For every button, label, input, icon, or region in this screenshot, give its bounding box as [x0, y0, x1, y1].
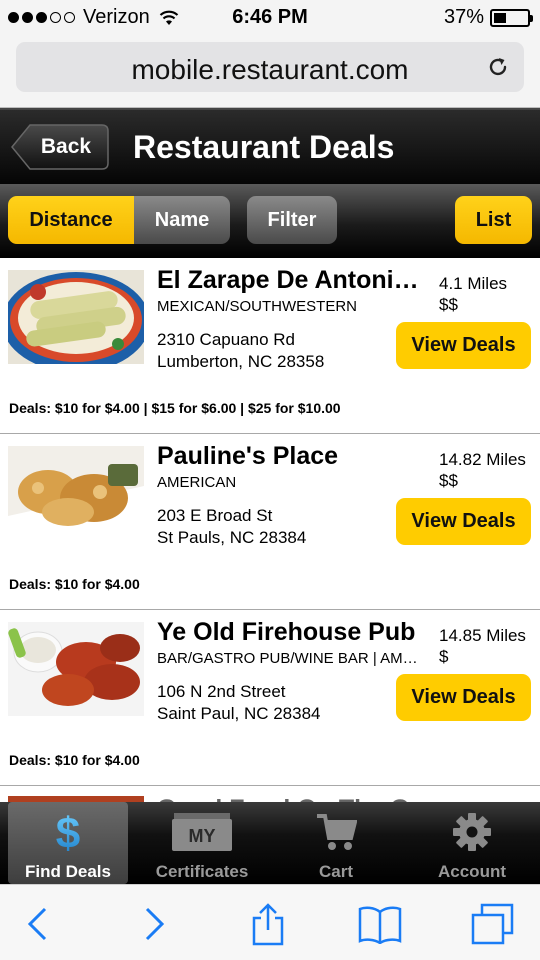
- tab-label: Cart: [318, 862, 353, 881]
- browser-back-button[interactable]: [12, 899, 62, 949]
- back-label: Back: [40, 135, 92, 158]
- browser-toolbar: [0, 884, 540, 960]
- view-deals-button[interactable]: View Deals: [396, 498, 531, 545]
- battery-percent: 37%: [443, 6, 484, 28]
- app-tab-bar: $ Find Deals MY Certificates Cart Accoun…: [0, 802, 540, 884]
- restaurant-name[interactable]: Ye Old Firehouse Pub: [157, 618, 427, 647]
- deals-summary: Deals: $10 for $4.00: [9, 752, 140, 768]
- page-title: Restaurant Deals: [133, 129, 395, 165]
- back-arrow-icon: [27, 907, 47, 941]
- browser-address-area: mobile.restaurant.com: [0, 36, 540, 108]
- deals-summary: Deals: $10 for $4.00: [9, 576, 140, 592]
- sort-toolbar: Distance Name Filter List: [0, 184, 540, 258]
- address-line2: Lumberton, NC 28358: [157, 352, 325, 371]
- bookmarks-icon: [358, 906, 402, 944]
- tab-label: Find Deals: [25, 862, 111, 881]
- distance: 4.1 Miles: [439, 274, 508, 293]
- price-level: $$: [439, 471, 458, 490]
- restaurant-name[interactable]: El Zarape De Antonio's: [157, 266, 427, 295]
- tabs-icon: [471, 903, 514, 945]
- address-line1: 2310 Capuano Rd: [157, 330, 296, 349]
- address-line2: Saint Paul, NC 28384: [157, 704, 321, 723]
- back-button[interactable]: Back: [10, 123, 110, 171]
- address-line1: 106 N 2nd Street: [157, 682, 286, 701]
- browser-forward-button[interactable]: [130, 899, 180, 949]
- svg-text:$: $: [56, 810, 80, 854]
- sort-name-button[interactable]: Name: [134, 196, 230, 244]
- restaurant-listing[interactable]: Pauline's Place AMERICAN 203 E Broad St …: [0, 434, 540, 610]
- restaurant-listing[interactable]: El Zarape De Antonio's MEXICAN/SOUTHWEST…: [0, 258, 540, 434]
- battery-icon: [490, 8, 533, 27]
- filter-button[interactable]: Filter: [247, 196, 337, 244]
- list-view-button[interactable]: List: [455, 196, 532, 244]
- restaurant-photo[interactable]: [8, 446, 144, 540]
- tabs-button[interactable]: [467, 899, 517, 949]
- tab-label: Account: [438, 862, 506, 881]
- share-icon: [252, 903, 284, 946]
- tab-cart[interactable]: Cart: [276, 802, 396, 884]
- restaurant-category: AMERICAN: [157, 474, 237, 491]
- status-bar: Verizon 6:46 PM 37%: [0, 0, 540, 36]
- bookmarks-button[interactable]: [355, 899, 405, 949]
- reload-icon[interactable]: [486, 55, 510, 79]
- forward-arrow-icon: [145, 907, 165, 941]
- address-bar[interactable]: mobile.restaurant.com: [16, 42, 524, 92]
- distance: 14.82 Miles: [439, 450, 526, 469]
- tab-certificates[interactable]: MY Certificates: [142, 802, 262, 884]
- svg-text:MY: MY: [189, 826, 216, 846]
- restaurant-category: MEXICAN/SOUTHWESTERN: [157, 298, 358, 315]
- url-text[interactable]: mobile.restaurant.com: [16, 54, 524, 86]
- view-deals-button[interactable]: View Deals: [396, 322, 531, 369]
- price-level: $$: [439, 295, 458, 314]
- price-level: $: [439, 647, 449, 666]
- restaurant-name[interactable]: Pauline's Place: [157, 442, 427, 471]
- app-header: Back Restaurant Deals: [0, 108, 540, 184]
- share-button[interactable]: [243, 899, 293, 949]
- cart-icon: [317, 814, 357, 850]
- distance: 14.85 Miles: [439, 626, 526, 645]
- dollar-icon: $: [56, 810, 80, 854]
- battery-fill: [494, 12, 506, 23]
- address-line1: 203 E Broad St: [157, 506, 273, 525]
- tab-label: Certificates: [155, 862, 249, 881]
- certificate-icon: MY: [172, 813, 232, 851]
- tab-account[interactable]: Account: [412, 802, 532, 884]
- tab-find-deals[interactable]: $ Find Deals: [8, 802, 128, 884]
- restaurant-photo[interactable]: [8, 622, 144, 716]
- restaurant-photo[interactable]: [8, 270, 144, 364]
- address-line2: St Pauls, NC 28384: [157, 528, 307, 547]
- status-right: 37%: [443, 6, 533, 29]
- gear-icon: [453, 813, 491, 851]
- sort-distance-button[interactable]: Distance: [8, 196, 134, 244]
- deals-summary: Deals: $10 for $4.00 | $15 for $6.00 | $…: [9, 400, 341, 416]
- view-deals-button[interactable]: View Deals: [396, 674, 531, 721]
- restaurant-category: BAR/GASTRO PUB/WINE BAR | AMERICAN: [157, 650, 427, 667]
- restaurant-listing[interactable]: Ye Old Firehouse Pub BAR/GASTRO PUB/WINE…: [0, 610, 540, 786]
